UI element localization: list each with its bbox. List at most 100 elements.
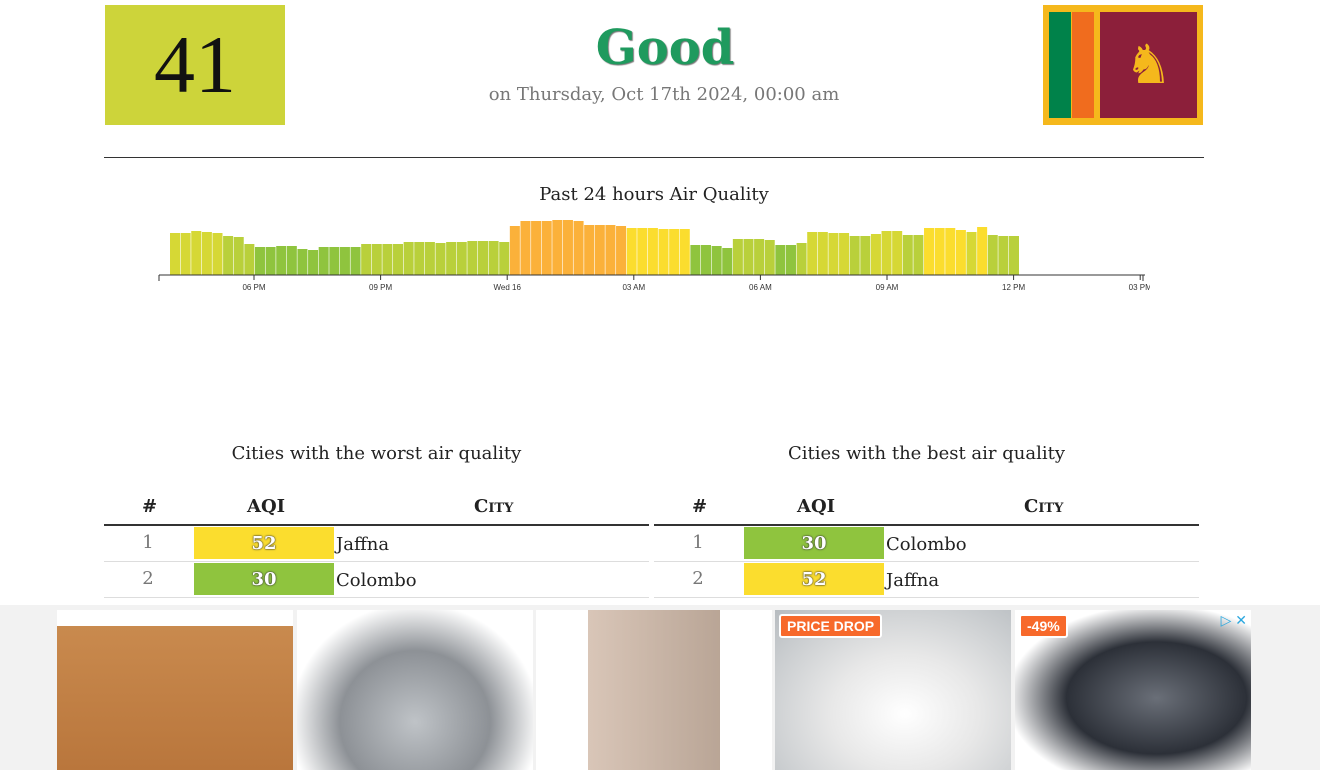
rank-cell: 2 [142,568,154,589]
chart-bar[interactable] [764,240,775,275]
discount-badge: -49% [1019,614,1068,638]
chart-bar[interactable] [743,239,754,275]
chart-bar[interactable] [637,228,648,275]
table-row[interactable]: 2 52 Jaffna [654,562,1199,598]
city-link[interactable]: Colombo [886,534,967,555]
chart-bar[interactable] [201,232,212,275]
chart-bar[interactable] [361,244,372,275]
chart-bar[interactable] [711,246,722,275]
table-row[interactable]: 1 30 Colombo [654,526,1199,562]
chart-bar[interactable] [329,247,340,275]
best-cities-title: Cities with the best air quality [788,443,1065,464]
chart-bar[interactable] [828,233,839,275]
chart-bar[interactable] [531,221,542,275]
chart-bar[interactable] [881,231,892,275]
chart-bar[interactable] [817,232,828,275]
chart-bar[interactable] [552,220,563,275]
chart-bar[interactable] [934,228,945,275]
chart-bar[interactable] [414,242,425,275]
chart-bar[interactable] [594,225,605,275]
chart-bar[interactable] [180,233,191,275]
chart-bar[interactable] [701,245,712,275]
chart-bar[interactable] [584,225,595,275]
chart-bar[interactable] [244,244,255,275]
chart-bar[interactable] [276,246,287,275]
ad-item-shelf[interactable] [57,610,293,770]
chart-bar[interactable] [796,243,807,275]
chart-bar[interactable] [297,249,308,275]
close-icon[interactable]: ✕ [1235,612,1247,628]
chart-bar[interactable] [488,241,499,275]
chart-bar[interactable] [679,229,690,275]
chart-bar[interactable] [233,237,244,275]
chart-bar[interactable] [477,241,488,275]
chart-bar[interactable] [254,247,265,275]
chart-bar[interactable] [170,233,181,275]
chart-bar[interactable] [945,228,956,275]
chart-bar[interactable] [892,231,903,275]
chart-bar[interactable] [626,228,637,275]
ad-item-solar-camera[interactable]: -49% ▷ ✕ [1015,610,1251,770]
chart-bar[interactable] [446,242,457,275]
chart-bar[interactable] [265,247,276,275]
chart-bar[interactable] [424,242,435,275]
chart-bar[interactable] [1008,236,1019,275]
chart-bar[interactable] [605,225,616,275]
chart-bar[interactable] [403,242,414,275]
table-row[interactable]: 2 30 Colombo [104,562,649,598]
chart-bar[interactable] [977,227,988,275]
chart-bar[interactable] [223,236,234,275]
chart-bar[interactable] [371,244,382,275]
chart-bar[interactable] [913,235,924,275]
ad-item-pool-robot[interactable] [297,610,533,770]
chart-bar[interactable] [382,244,393,275]
chart-bar[interactable] [562,220,573,275]
chart-bar[interactable] [902,235,913,275]
chart-bar[interactable] [393,244,404,275]
chart-bar[interactable] [467,241,478,275]
chart-bar[interactable] [658,229,669,275]
chart-bar[interactable] [870,234,881,275]
chart-bar[interactable] [191,231,202,275]
chart-bar[interactable] [987,235,998,275]
chart-bar[interactable] [669,229,680,275]
table-row[interactable]: 1 52 Jaffna [104,526,649,562]
ad-item-toilet-seat[interactable]: PRICE DROP [775,610,1011,770]
chart-bar[interactable] [690,245,701,275]
chart-bar[interactable] [775,245,786,275]
chart-bar[interactable] [339,247,350,275]
chart-bar[interactable] [924,228,935,275]
adchoices-icon[interactable]: ▷ ✕ [1221,612,1247,629]
chart-bar[interactable] [456,242,467,275]
chart-bar[interactable] [212,233,223,275]
chart-bar[interactable] [308,250,319,275]
chart-bar[interactable] [785,245,796,275]
chart-bar[interactable] [998,236,1009,275]
table-header: # AQI City [654,490,1199,526]
city-link[interactable]: Jaffna [886,570,939,591]
chart-bar[interactable] [955,230,966,275]
chart-bar[interactable] [509,226,520,275]
chart-bar[interactable] [807,232,818,275]
chart-bar[interactable] [520,221,531,275]
chart-bar[interactable] [754,239,765,275]
chart-bar[interactable] [860,236,871,275]
chart-bar[interactable] [350,247,361,275]
chart-bar[interactable] [647,228,658,275]
chart-bar[interactable] [616,226,627,275]
chart-bar[interactable] [849,236,860,275]
city-link[interactable]: Colombo [336,570,417,591]
chart-bar[interactable] [318,247,329,275]
chart-bar[interactable] [839,233,850,275]
chart-bar[interactable] [541,221,552,275]
chart-bar[interactable] [966,232,977,275]
chart-bar[interactable] [435,243,446,275]
chart-bar[interactable] [722,248,733,275]
chart-bar[interactable] [573,221,584,275]
chart-bar[interactable] [499,242,510,275]
city-link[interactable]: Jaffna [336,534,389,555]
worst-cities-title: Cities with the worst air quality [231,443,522,464]
ad-item-fashion[interactable] [536,610,772,770]
chart-bar[interactable] [286,246,297,275]
chart-bar[interactable] [732,239,743,275]
